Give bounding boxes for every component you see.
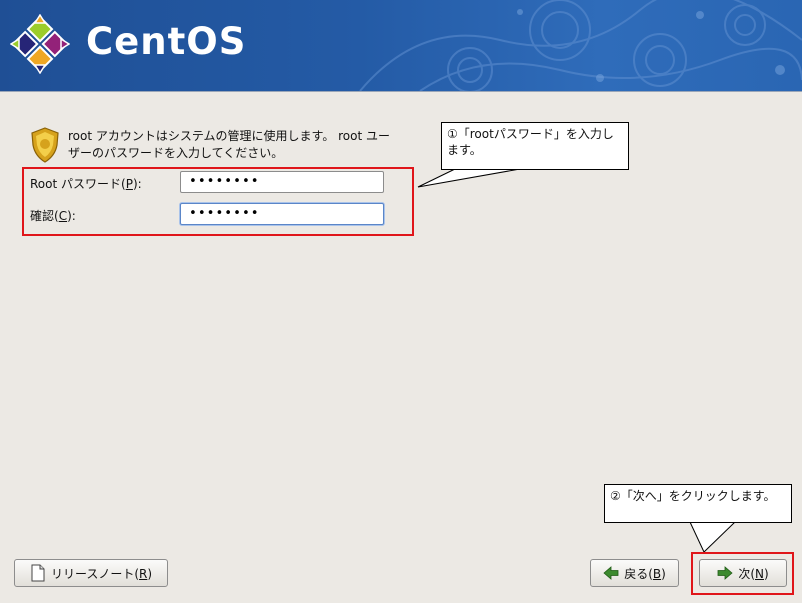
intro-message: root アカウントはシステムの管理に使用します。 root ユーザーのパスワー… xyxy=(68,129,391,160)
next-button[interactable]: 次(N) xyxy=(699,559,787,587)
back-button[interactable]: 戻る(B) xyxy=(590,559,679,587)
instruction-callout-2: ②「次へ」をクリックします。 xyxy=(604,484,792,523)
document-icon xyxy=(31,564,45,582)
brand-name: CentOS xyxy=(86,20,247,63)
release-notes-label: リリースノート(R) xyxy=(50,566,153,581)
root-password-label: Root パスワード(P): xyxy=(30,177,142,191)
next-label: 次(N) xyxy=(738,566,769,581)
arrow-left-icon xyxy=(603,566,619,580)
release-notes-button[interactable]: リリースノート(R) xyxy=(14,559,168,587)
confirm-password-field[interactable]: •••••••• xyxy=(180,203,384,225)
header-banner: CentOS xyxy=(0,0,802,91)
confirm-password-label: 確認(C): xyxy=(30,209,76,223)
instruction-callout-1: ①「rootパスワード」を入力します。 xyxy=(441,122,629,170)
arrow-right-icon xyxy=(717,566,733,580)
shield-badge-icon xyxy=(30,127,60,163)
root-password-field[interactable]: •••••••• xyxy=(180,171,384,193)
centos-logo-icon xyxy=(9,13,71,75)
header-divider xyxy=(0,91,802,92)
back-label: 戻る(B) xyxy=(624,566,666,581)
